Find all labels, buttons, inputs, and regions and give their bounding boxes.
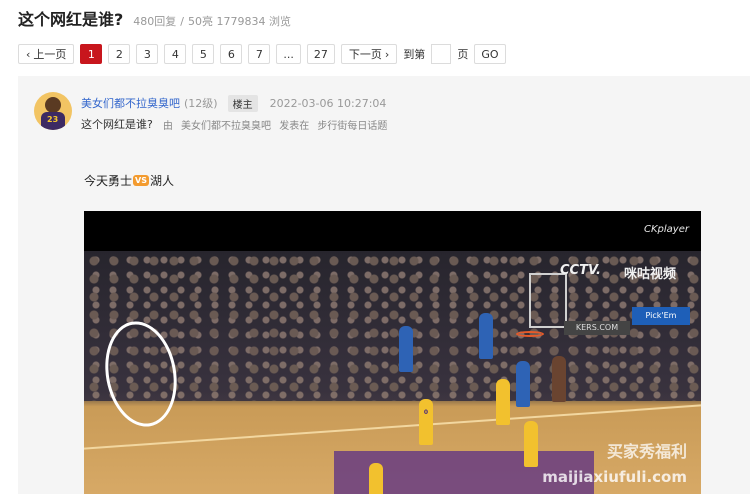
post-source: 由 美女们都不拉臭臭吧 发表在 步行街每日话题 <box>163 117 393 132</box>
avatar-head-shape <box>45 97 61 113</box>
avatar[interactable]: 23 <box>34 92 72 130</box>
chevron-left-icon: ‹ <box>26 47 31 61</box>
ad-board: KERS.COM <box>564 321 630 335</box>
pick-board: Pick'Em <box>632 307 690 325</box>
posted-in-label: 发表在 <box>279 120 310 132</box>
by-label: 由 <box>162 120 173 132</box>
prev-page-label: 上一页 <box>33 48 67 61</box>
basket-rim <box>516 331 544 337</box>
post-subtitle-row: 这个网红是谁? 由 美女们都不拉臭臭吧 发表在 步行街每日话题 <box>81 116 392 132</box>
page-ellipsis: ... <box>276 44 301 64</box>
next-page-label: 下一页 <box>348 48 382 61</box>
page-button-7[interactable]: 7 <box>248 44 271 64</box>
go-button[interactable]: GO <box>474 44 506 64</box>
watermark: 买家秀福利 <box>606 442 687 461</box>
thread-header: 这个网红是谁? 480回复/50亮 1779834 浏览 <box>18 6 291 30</box>
player-figure <box>524 421 538 467</box>
page-button-3[interactable]: 3 <box>136 44 159 64</box>
broadcaster-logo: CCTV. <box>560 263 601 278</box>
page-button-4[interactable]: 4 <box>164 44 187 64</box>
pagination: ‹ 上一页 1 2 3 4 5 6 7 ... 27 下一页 › 到第 页 GO <box>18 43 512 65</box>
player-figure <box>516 361 530 407</box>
player-figure <box>552 356 566 402</box>
video-frame: CCTV. 咪咕视频 KERS.COM Pick'Em 0 买家秀福利 maij… <box>84 251 701 494</box>
content-right: 湖人 <box>149 174 174 188</box>
post-meta: 美女们都不拉臭臭吧 (12级) 楼主 2022-03-06 10:27:04 <box>81 94 386 112</box>
reply-count: 480回复 <box>133 15 177 28</box>
goto-prefix: 到第 <box>403 48 426 61</box>
board-link[interactable]: 步行街每日话题 <box>317 121 387 132</box>
player-logo: CKplayer <box>644 224 689 235</box>
backboard <box>529 273 567 328</box>
player-figure <box>479 313 493 359</box>
page-button-1[interactable]: 1 <box>80 44 103 64</box>
view-stats: 50亮 1779834 浏览 <box>188 15 291 28</box>
video-player[interactable]: CKplayer CCTV. 咪咕视频 KERS.COM Pick'Em 0 买… <box>84 211 701 494</box>
thread-title: 这个网红是谁? <box>18 10 124 29</box>
next-page-button[interactable]: 下一页 › <box>340 44 398 64</box>
op-badge: 楼主 <box>227 94 258 112</box>
player-figure: 0 <box>419 399 433 445</box>
page-button-5[interactable]: 5 <box>192 44 215 64</box>
stats-separator: / <box>180 15 185 28</box>
post-card: 23 美女们都不拉臭臭吧 (12级) 楼主 2022-03-06 10:27:0… <box>18 76 750 494</box>
goto-suffix: 页 <box>457 48 469 61</box>
by-author-link[interactable]: 美女们都不拉臭臭吧 <box>181 121 271 132</box>
chevron-right-icon: › <box>384 47 390 61</box>
post-content: 今天勇士 VS 湖人 <box>84 172 174 189</box>
thread-stats: 480回复/50亮 1779834 浏览 <box>133 13 291 29</box>
page-button-6[interactable]: 6 <box>220 44 243 64</box>
post-time: 2022-03-06 10:27:04 <box>269 96 387 110</box>
post-title: 这个网红是谁? <box>81 118 153 131</box>
page-button-2[interactable]: 2 <box>108 44 131 64</box>
broadcaster-sub-logo: 咪咕视频 <box>624 267 677 282</box>
author-level: (12级) <box>184 97 218 110</box>
jersey-number: 0 <box>423 409 429 416</box>
prev-page-button[interactable]: ‹ 上一页 <box>18 44 75 64</box>
goto-page-input[interactable] <box>431 44 452 64</box>
author-link[interactable]: 美女们都不拉臭臭吧 <box>81 95 180 111</box>
watermark-url: maijiaxiufuli.com <box>542 468 687 486</box>
vs-emoji-icon: VS <box>133 175 149 186</box>
page-button-last[interactable]: 27 <box>306 44 335 64</box>
player-figure <box>496 379 510 425</box>
content-left: 今天勇士 <box>84 174 133 188</box>
player-figure <box>369 463 383 494</box>
player-figure <box>399 326 413 372</box>
avatar-jersey-number: 23 <box>47 115 59 124</box>
